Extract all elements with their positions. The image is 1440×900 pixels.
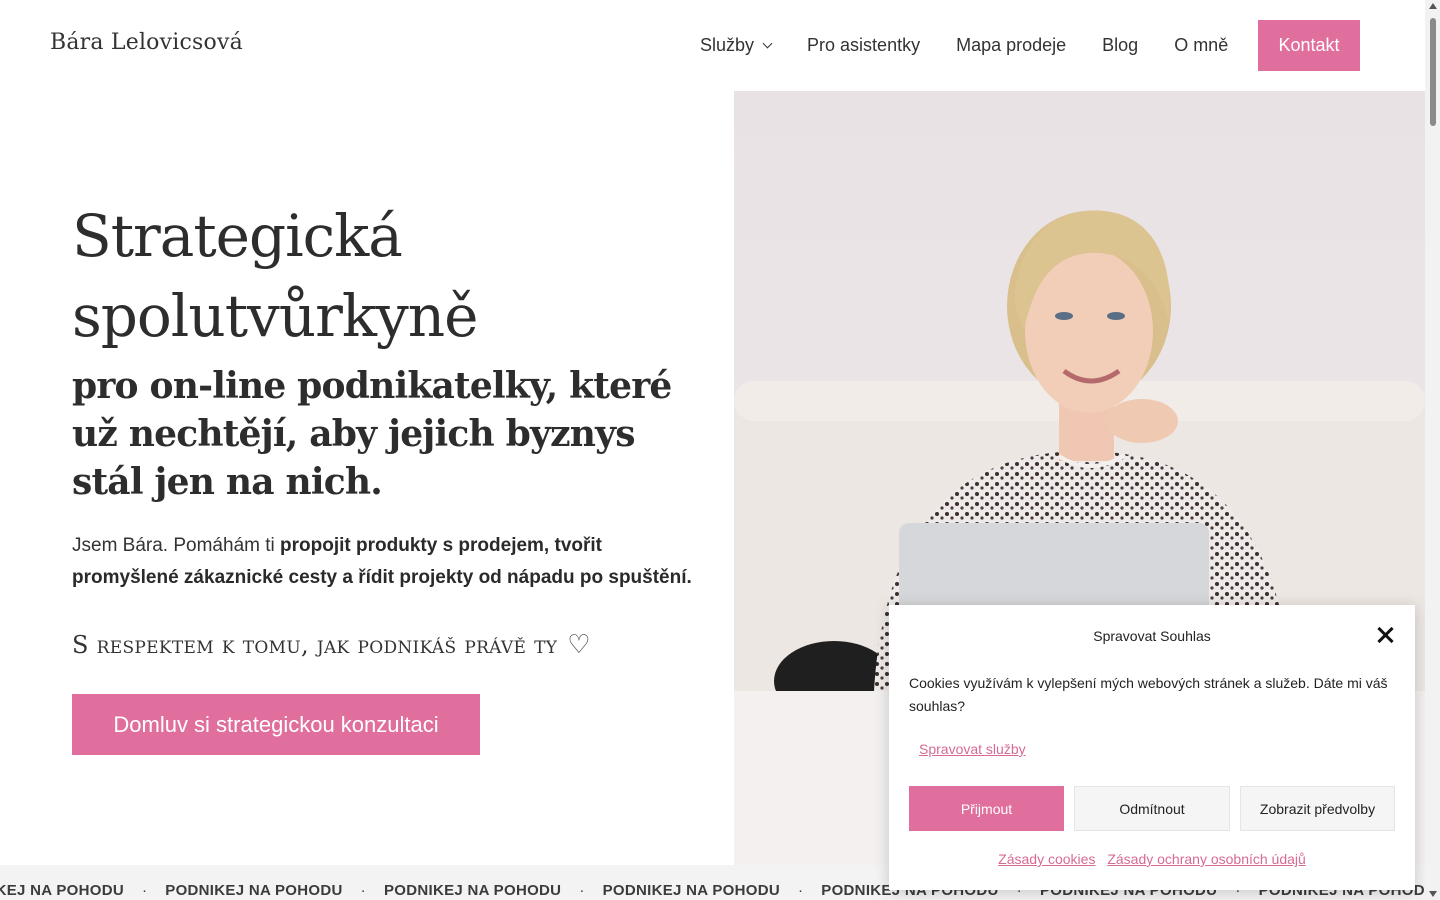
marquee-separator: · [141,882,148,899]
accept-button[interactable]: Přijmout [909,786,1064,831]
nav-item-o-mne[interactable]: O mně [1174,35,1228,56]
scroll-up-arrow-icon[interactable] [1429,3,1437,9]
marquee-item: PODNIKEJ NA POHODU [165,882,343,899]
page-scrollbar[interactable] [1425,0,1440,900]
cookie-message: Cookies využívám k vylepšení mých webový… [909,675,1388,714]
marquee-item: PODNIKEJ NA POHODU [383,882,562,899]
consultation-cta-button[interactable]: Domluv si strategickou konzultaci [72,694,480,755]
deny-button[interactable]: Odmítnout [1074,786,1230,831]
hero-intro: Jsem Bára. Pomáhám ti propojit produkty … [72,530,692,594]
site-logo[interactable]: Bára Lelovicsová [50,30,243,55]
cookie-policy-link[interactable]: Zásady cookies [998,851,1095,867]
hero-subtitle: pro on-line podnikatelky, které už necht… [72,365,672,503]
nav-item-label: Služby [700,35,755,55]
title-line-2: spolutvůrkyně [72,282,478,350]
privacy-policy-link[interactable]: Zásady ochrany osobních údajů [1107,851,1305,867]
nav-item-sluzby[interactable]: Služby [700,35,773,56]
main-nav: Služby Pro asistentky Mapa prodeje Blog … [680,20,1264,71]
scrollbar-thumb[interactable] [1430,18,1436,126]
nav-item-pro-asistentky[interactable]: Pro asistentky [807,35,920,56]
tagline-text: S respektem k tomu, jak podnikáš právě t… [72,631,558,659]
title-line-1: Strategická [72,202,403,270]
chevron-down-icon [762,38,773,48]
cookie-title: Spravovat Souhlas [1093,628,1211,644]
cookie-policy-links: Zásady cookies Zásady ochrany osobních ú… [889,851,1415,867]
contact-button[interactable]: Kontakt [1258,20,1360,71]
cookie-consent-dialog: Spravovat Souhlas Cookies využívám k vyl… [889,605,1415,890]
scroll-down-arrow-icon[interactable] [1429,891,1437,897]
marquee-item: PODNIKEJ NA POHODU [602,882,780,899]
hero-tagline: S respektem k tomu, jak podnikáš právě t… [72,630,591,660]
close-icon[interactable] [1375,625,1395,645]
nav-item-blog[interactable]: Blog [1102,35,1138,56]
manage-services-link[interactable]: Spravovat služby [919,741,1026,757]
show-preferences-button[interactable]: Zobrazit předvolby [1240,786,1395,831]
heart-icon: ♡ [567,630,591,660]
intro-plain: Jsem Bára. Pomáhám ti [72,535,281,556]
marquee-separator: · [360,882,366,899]
page-title: Strategická spolutvůrkyně [72,196,692,356]
marquee-separator: · [579,882,585,899]
marquee-separator: · [797,882,804,899]
marquee-item: NIKEJ NA POHODU [0,882,124,899]
nav-item-mapa-prodeje[interactable]: Mapa prodeje [956,35,1066,56]
